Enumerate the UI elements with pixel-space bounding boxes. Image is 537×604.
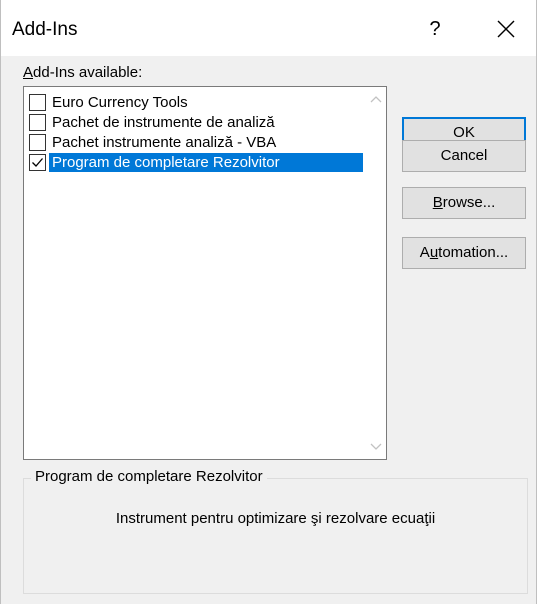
list-item-label: Program de completare Rezolvitor bbox=[49, 153, 363, 172]
vertical-scrollbar[interactable] bbox=[366, 87, 386, 459]
list-item-label: Euro Currency Tools bbox=[52, 94, 188, 111]
cancel-label: Cancel bbox=[440, 147, 488, 164]
label-mnemonic: A bbox=[23, 64, 34, 81]
list-item-rezolvitor[interactable]: Program de completare Rezolvitor bbox=[28, 153, 363, 172]
automation-button[interactable]: Automation... bbox=[402, 237, 526, 269]
chevron-up-icon bbox=[370, 96, 382, 103]
label-text: dd-Ins available: bbox=[33, 64, 143, 81]
browse-mnemonic: B bbox=[432, 194, 443, 211]
automation-label-start: A bbox=[419, 244, 430, 261]
add-ins-available-label: Add-Ins available: bbox=[23, 64, 142, 82]
automation-label-rest: tomation... bbox=[438, 244, 509, 261]
dialog-title: Add-Ins bbox=[12, 19, 78, 40]
automation-mnemonic: u bbox=[429, 244, 439, 261]
cancel-button[interactable]: Cancel bbox=[402, 140, 526, 172]
close-button[interactable] bbox=[493, 16, 519, 42]
list-item-euro-currency-tools[interactable]: Euro Currency Tools bbox=[28, 93, 363, 112]
add-ins-listbox[interactable]: Euro Currency Tools Pachet de instrument… bbox=[23, 86, 387, 460]
title-bar: Add-Ins ? bbox=[1, 0, 536, 56]
list-item-label: Pachet de instrumente de analiză bbox=[52, 114, 275, 131]
list-item-pachet-instrumente-analiza-vba[interactable]: Pachet instrumente analiză - VBA bbox=[28, 133, 363, 152]
help-button[interactable]: ? bbox=[423, 16, 447, 42]
list-item-label: Pachet instrumente analiză - VBA bbox=[52, 134, 277, 151]
checkbox-checked[interactable] bbox=[29, 154, 46, 171]
close-icon bbox=[497, 20, 515, 38]
chevron-down-icon bbox=[370, 443, 382, 450]
browse-button[interactable]: Browse... bbox=[402, 187, 526, 219]
add-ins-dialog: Add-Ins ? Add-Ins available: Euro Curren… bbox=[0, 0, 537, 604]
checkbox[interactable] bbox=[29, 94, 46, 111]
scroll-up-button[interactable] bbox=[366, 87, 386, 113]
checkmark-icon bbox=[32, 158, 43, 167]
scroll-down-button[interactable] bbox=[366, 433, 386, 459]
selected-add-in-title: Program de completare Rezolvitor bbox=[31, 467, 267, 487]
description-groupbox bbox=[23, 478, 528, 594]
list-item-pachet-instrumente-analiza[interactable]: Pachet de instrumente de analiză bbox=[28, 113, 363, 132]
browse-label: rowse... bbox=[442, 194, 496, 211]
checkbox[interactable] bbox=[29, 134, 46, 151]
checkbox[interactable] bbox=[29, 114, 46, 131]
add-in-description: Instrument pentru optimizare şi rezolvar… bbox=[115, 510, 436, 527]
